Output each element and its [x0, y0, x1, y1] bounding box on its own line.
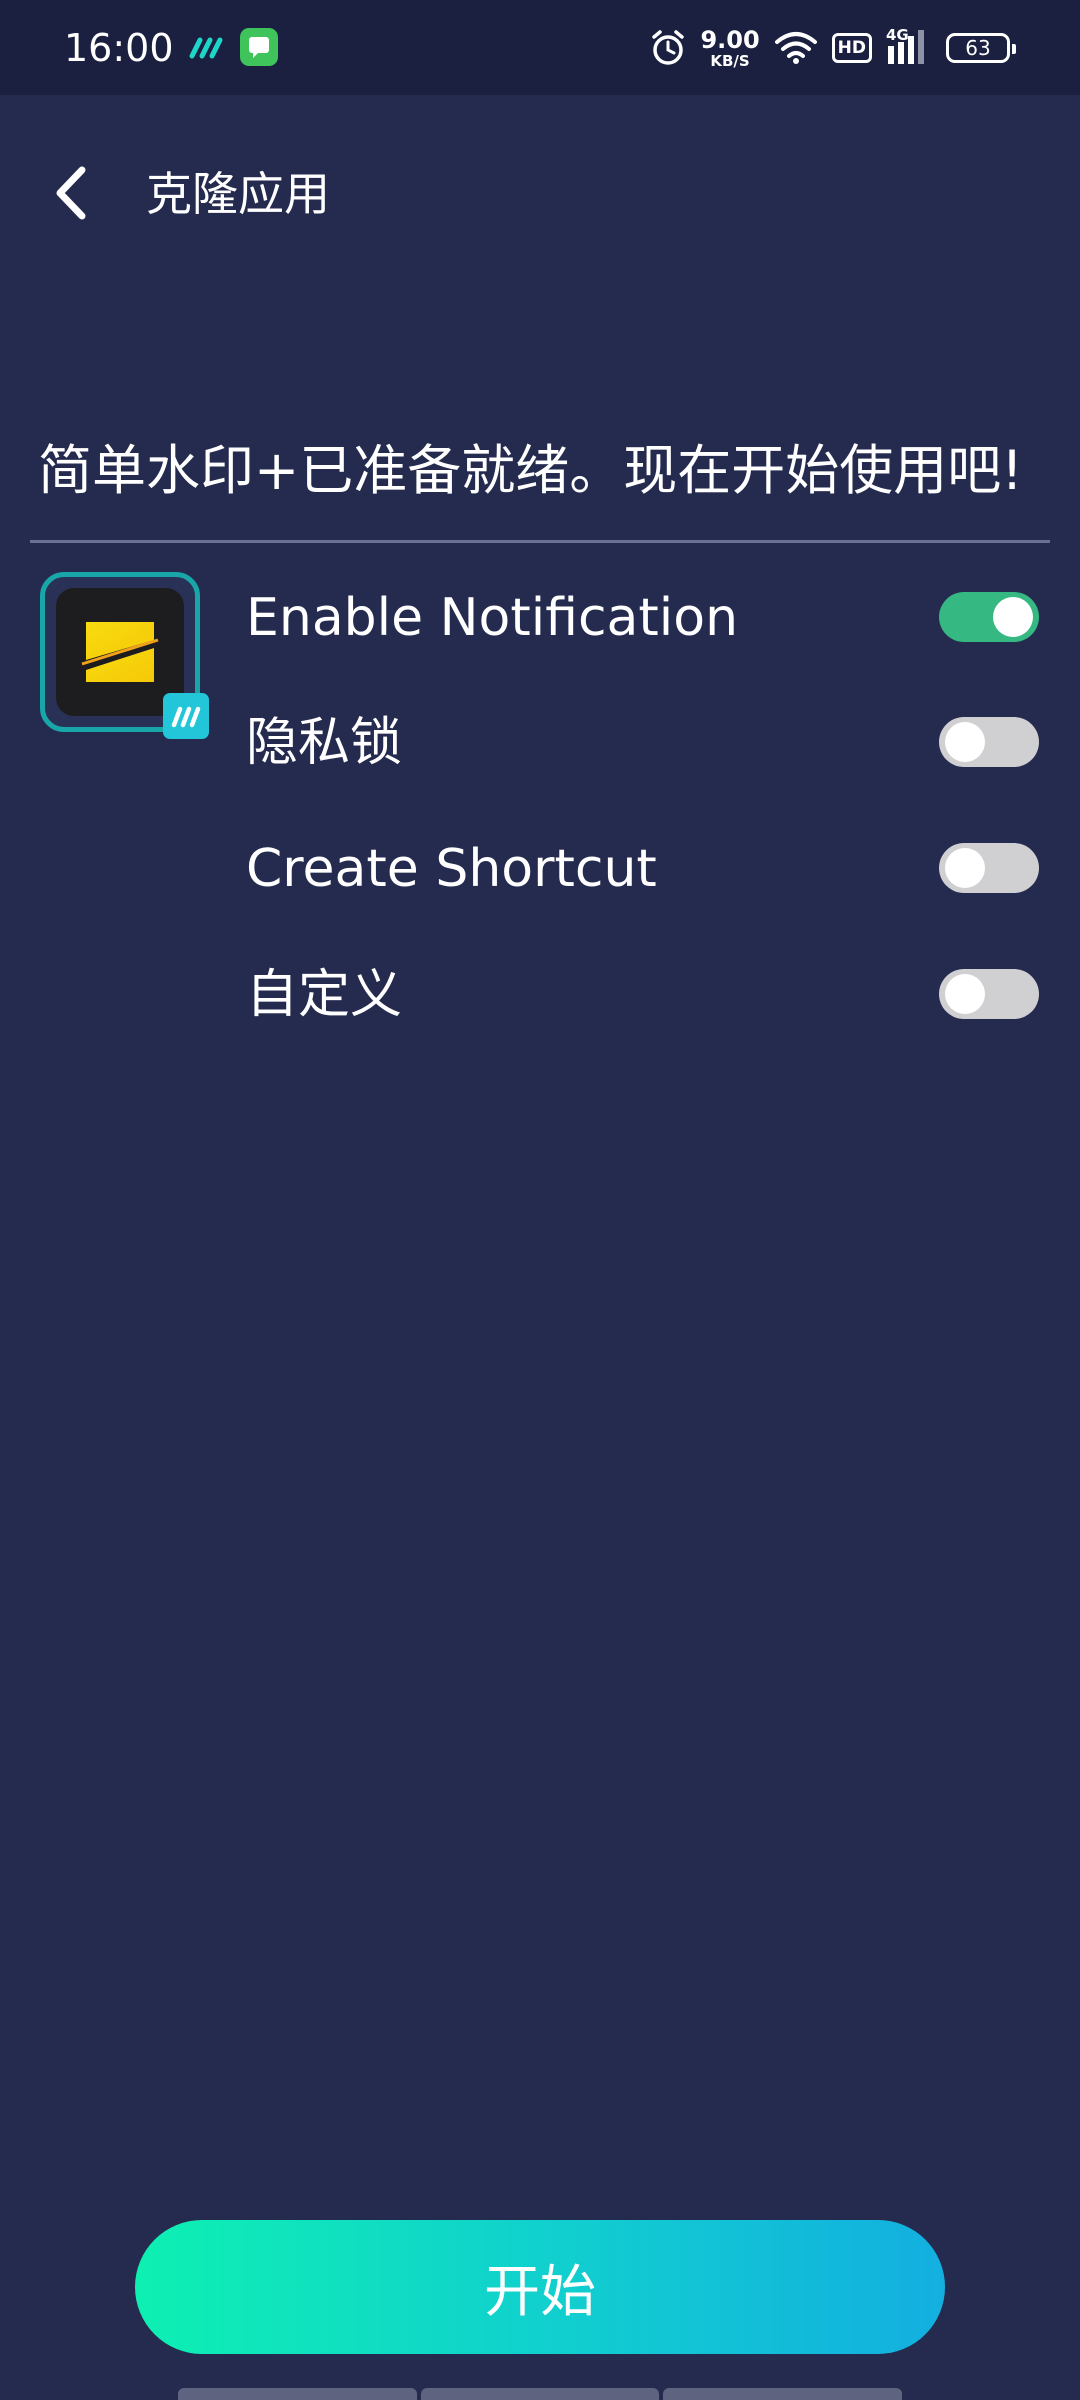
toggle-knob [945, 722, 985, 762]
wps-app-icon [189, 37, 223, 59]
status-bar: 16:00 9.00 KB/S HD 4G 63 [0, 0, 1080, 95]
wifi-icon [774, 32, 817, 64]
create-shortcut-toggle[interactable] [939, 843, 1039, 893]
alarm-icon [652, 30, 685, 65]
setting-row-privacy-lock: 隐私锁 [246, 693, 1039, 793]
nav-hint-segment [420, 2388, 660, 2400]
watermark-app-icon [40, 572, 209, 739]
setting-label: Enable Notification [246, 588, 739, 648]
toggle-knob [945, 848, 985, 888]
message-app-icon [240, 28, 278, 66]
setting-row-customize: 自定义 [246, 945, 1039, 1045]
toggle-knob [945, 974, 985, 1014]
clone-app-screen: 16:00 9.00 KB/S HD 4G 63 克隆应用 简单水印+已准备就绪… [0, 0, 1080, 2400]
network-speed-unit: KB/S [710, 51, 750, 70]
signal-icon: 4G [886, 26, 932, 68]
back-button[interactable] [44, 158, 104, 228]
clone-badge-icon [163, 693, 209, 739]
toggle-knob [993, 597, 1033, 637]
network-speed: 9.00 KB/S [700, 28, 759, 69]
battery-level: 63 [965, 36, 991, 60]
setting-label: 隐私锁 [246, 713, 403, 773]
nav-hint-segment [178, 2388, 417, 2400]
divider [30, 540, 1050, 543]
customize-toggle[interactable] [939, 969, 1039, 1019]
setting-label: 自定义 [246, 965, 403, 1025]
status-indicators: 9.00 KB/S HD 4G 63 [650, 22, 1016, 74]
navigation-gesture-bar[interactable] [178, 2388, 903, 2400]
chevron-left-icon [56, 166, 86, 220]
battery-icon: 63 [946, 33, 1016, 63]
ready-message: 简单水印+已准备就绪。现在开始使用吧! [38, 439, 1023, 502]
hd-icon: HD [831, 33, 872, 63]
setting-row-notification: Enable Notification [246, 568, 1039, 668]
page-title: 克隆应用 [146, 167, 330, 221]
privacy-lock-toggle[interactable] [939, 717, 1039, 767]
setting-row-shortcut: Create Shortcut [246, 819, 1039, 919]
start-button[interactable]: 开始 [135, 2220, 945, 2354]
network-speed-value: 9.00 [700, 25, 760, 54]
setting-label: Create Shortcut [246, 839, 657, 899]
nav-hint-segment [663, 2388, 903, 2400]
status-time: 16:00 [64, 26, 174, 70]
notification-toggle[interactable] [939, 592, 1039, 642]
